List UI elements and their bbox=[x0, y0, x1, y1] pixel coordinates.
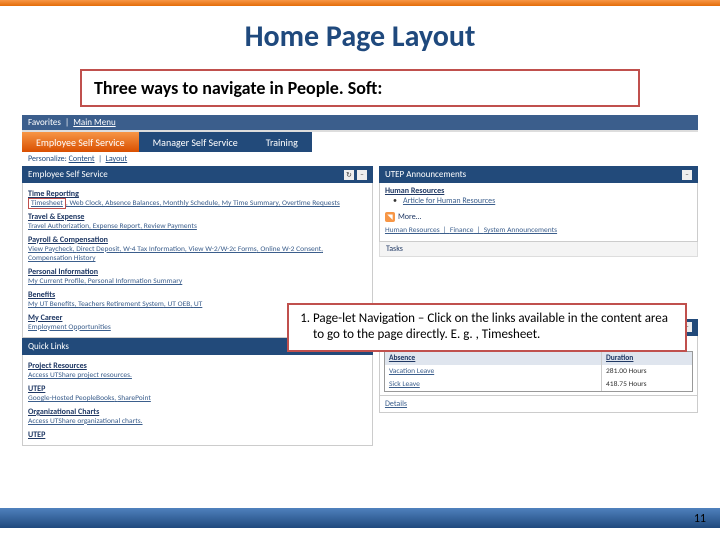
fav-bar: Favorites | Main Menu bbox=[22, 115, 698, 130]
link-ch[interactable]: Compensation History bbox=[28, 254, 95, 263]
refresh-icon[interactable]: ↻ bbox=[344, 170, 354, 180]
section-time: Time Reporting bbox=[28, 189, 367, 199]
minimize-icon[interactable]: – bbox=[357, 170, 367, 180]
ql-u2: UTEP bbox=[28, 430, 367, 440]
els-details[interactable]: Details bbox=[379, 396, 698, 413]
link-rp[interactable]: Review Payments bbox=[144, 222, 197, 231]
th-absence: Absence bbox=[385, 352, 602, 365]
cell-vac-d: 281.00 Hours bbox=[602, 365, 692, 378]
cell-sick[interactable]: Sick Leave bbox=[385, 378, 602, 391]
screenshot: Favorites | Main Menu Employee Self Serv… bbox=[22, 115, 698, 446]
ann-hr: Human Resources bbox=[385, 186, 692, 196]
personalize-content[interactable]: Content bbox=[69, 154, 95, 164]
link-trs[interactable]: Teachers Retirement System bbox=[78, 300, 164, 309]
ann-body: Human Resources Article for Human Resour… bbox=[379, 183, 698, 242]
ann-b3[interactable]: System Announcements bbox=[484, 226, 557, 235]
tab-mss[interactable]: Manager Self Service bbox=[139, 132, 252, 152]
section-ben: Benefits bbox=[28, 290, 367, 300]
absence-table: Absence Duration Vacation Leave 281.00 H… bbox=[384, 351, 693, 392]
callout-box: Page-let Navigation – Click on the links… bbox=[287, 303, 687, 352]
link-w4[interactable]: W-4 Tax Information bbox=[123, 245, 185, 254]
ann-b1[interactable]: Human Resources bbox=[385, 226, 440, 235]
footer-bar bbox=[0, 508, 720, 528]
th-duration: Duration bbox=[602, 352, 692, 365]
ql-body: Project Resources Access UTShare project… bbox=[22, 355, 373, 445]
link-mub[interactable]: My UT Benefits bbox=[28, 300, 75, 309]
ann-article[interactable]: Article for Human Resources bbox=[403, 196, 692, 206]
cell-sick-d: 418.75 Hours bbox=[602, 378, 692, 391]
nav-tabs: Employee Self Service Manager Self Servi… bbox=[22, 132, 698, 152]
cell-vac[interactable]: Vacation Leave bbox=[385, 365, 602, 378]
link-absbal[interactable]: Absence Balances bbox=[105, 199, 159, 208]
link-timesheet[interactable]: Timesheet bbox=[28, 198, 66, 209]
link-eo[interactable]: Employment Opportunities bbox=[28, 323, 111, 332]
ql-oc: Organizational Charts bbox=[28, 407, 367, 417]
ann-more[interactable]: ◥More… bbox=[385, 212, 692, 222]
personalize-bar: Personalize: Content | Layout bbox=[22, 152, 698, 166]
ann-header: UTEP Announcements – bbox=[379, 166, 698, 183]
link-ut[interactable]: UT bbox=[194, 300, 202, 309]
link-ta[interactable]: Travel Authorization bbox=[28, 222, 89, 231]
ql-pr: Project Resources bbox=[28, 361, 367, 371]
tab-training[interactable]: Training bbox=[252, 132, 312, 152]
link-w2[interactable]: View W-2/W-2c Forms bbox=[189, 245, 257, 254]
ql-ut: UTEP bbox=[28, 384, 367, 394]
page-number: 11 bbox=[694, 512, 706, 526]
tasks-header: Tasks bbox=[379, 242, 698, 257]
link-vp[interactable]: View Paycheck bbox=[28, 245, 73, 254]
link-monsched[interactable]: Monthly Schedule bbox=[163, 199, 218, 208]
link-pis[interactable]: Personal Information Summary bbox=[88, 277, 183, 286]
link-dd[interactable]: Direct Deposit bbox=[76, 245, 119, 254]
link-sp[interactable]: SharePoint bbox=[118, 394, 151, 403]
favorites-label[interactable]: Favorites bbox=[28, 117, 61, 128]
section-pc: Payroll & Compensation bbox=[28, 235, 367, 245]
link-oc1[interactable]: Access UTShare organizational charts. bbox=[28, 417, 143, 426]
personalize-layout[interactable]: Layout bbox=[106, 154, 128, 164]
link-ot[interactable]: Overtime Requests bbox=[282, 199, 340, 208]
section-pi: Personal Information bbox=[28, 267, 367, 277]
table-row: Vacation Leave 281.00 Hours bbox=[385, 365, 692, 378]
rss-icon: ◥ bbox=[385, 212, 395, 222]
link-mytime[interactable]: My Time Summary bbox=[222, 199, 279, 208]
main-menu-link[interactable]: Main Menu bbox=[73, 117, 115, 128]
link-gpb[interactable]: Google-Hosted PeopleBooks bbox=[28, 394, 114, 403]
link-w2c[interactable]: Online W-2 Consent bbox=[260, 245, 321, 254]
link-er[interactable]: Expense Report bbox=[93, 222, 141, 231]
link-oeb[interactable]: UT OEB bbox=[167, 300, 190, 309]
tab-ess[interactable]: Employee Self Service bbox=[22, 132, 139, 152]
minimize-icon[interactable]: – bbox=[682, 170, 692, 180]
top-accent bbox=[0, 0, 720, 6]
link-pr1[interactable]: Access UTShare project resources. bbox=[28, 371, 132, 380]
ess-header: Employee Self Service ↻– bbox=[22, 166, 373, 183]
callout-text: Page-let Navigation – Click on the links… bbox=[313, 311, 675, 344]
section-te: Travel & Expense bbox=[28, 212, 367, 222]
link-mcp[interactable]: My Current Profile bbox=[28, 277, 84, 286]
table-row: Sick Leave 418.75 Hours bbox=[385, 378, 692, 391]
subtitle-box: Three ways to navigate in People. Soft: bbox=[80, 69, 640, 107]
ann-b2[interactable]: Finance bbox=[450, 226, 474, 235]
page-title: Home Page Layout bbox=[0, 18, 720, 55]
link-webclock[interactable]: Web Clock bbox=[70, 199, 102, 208]
